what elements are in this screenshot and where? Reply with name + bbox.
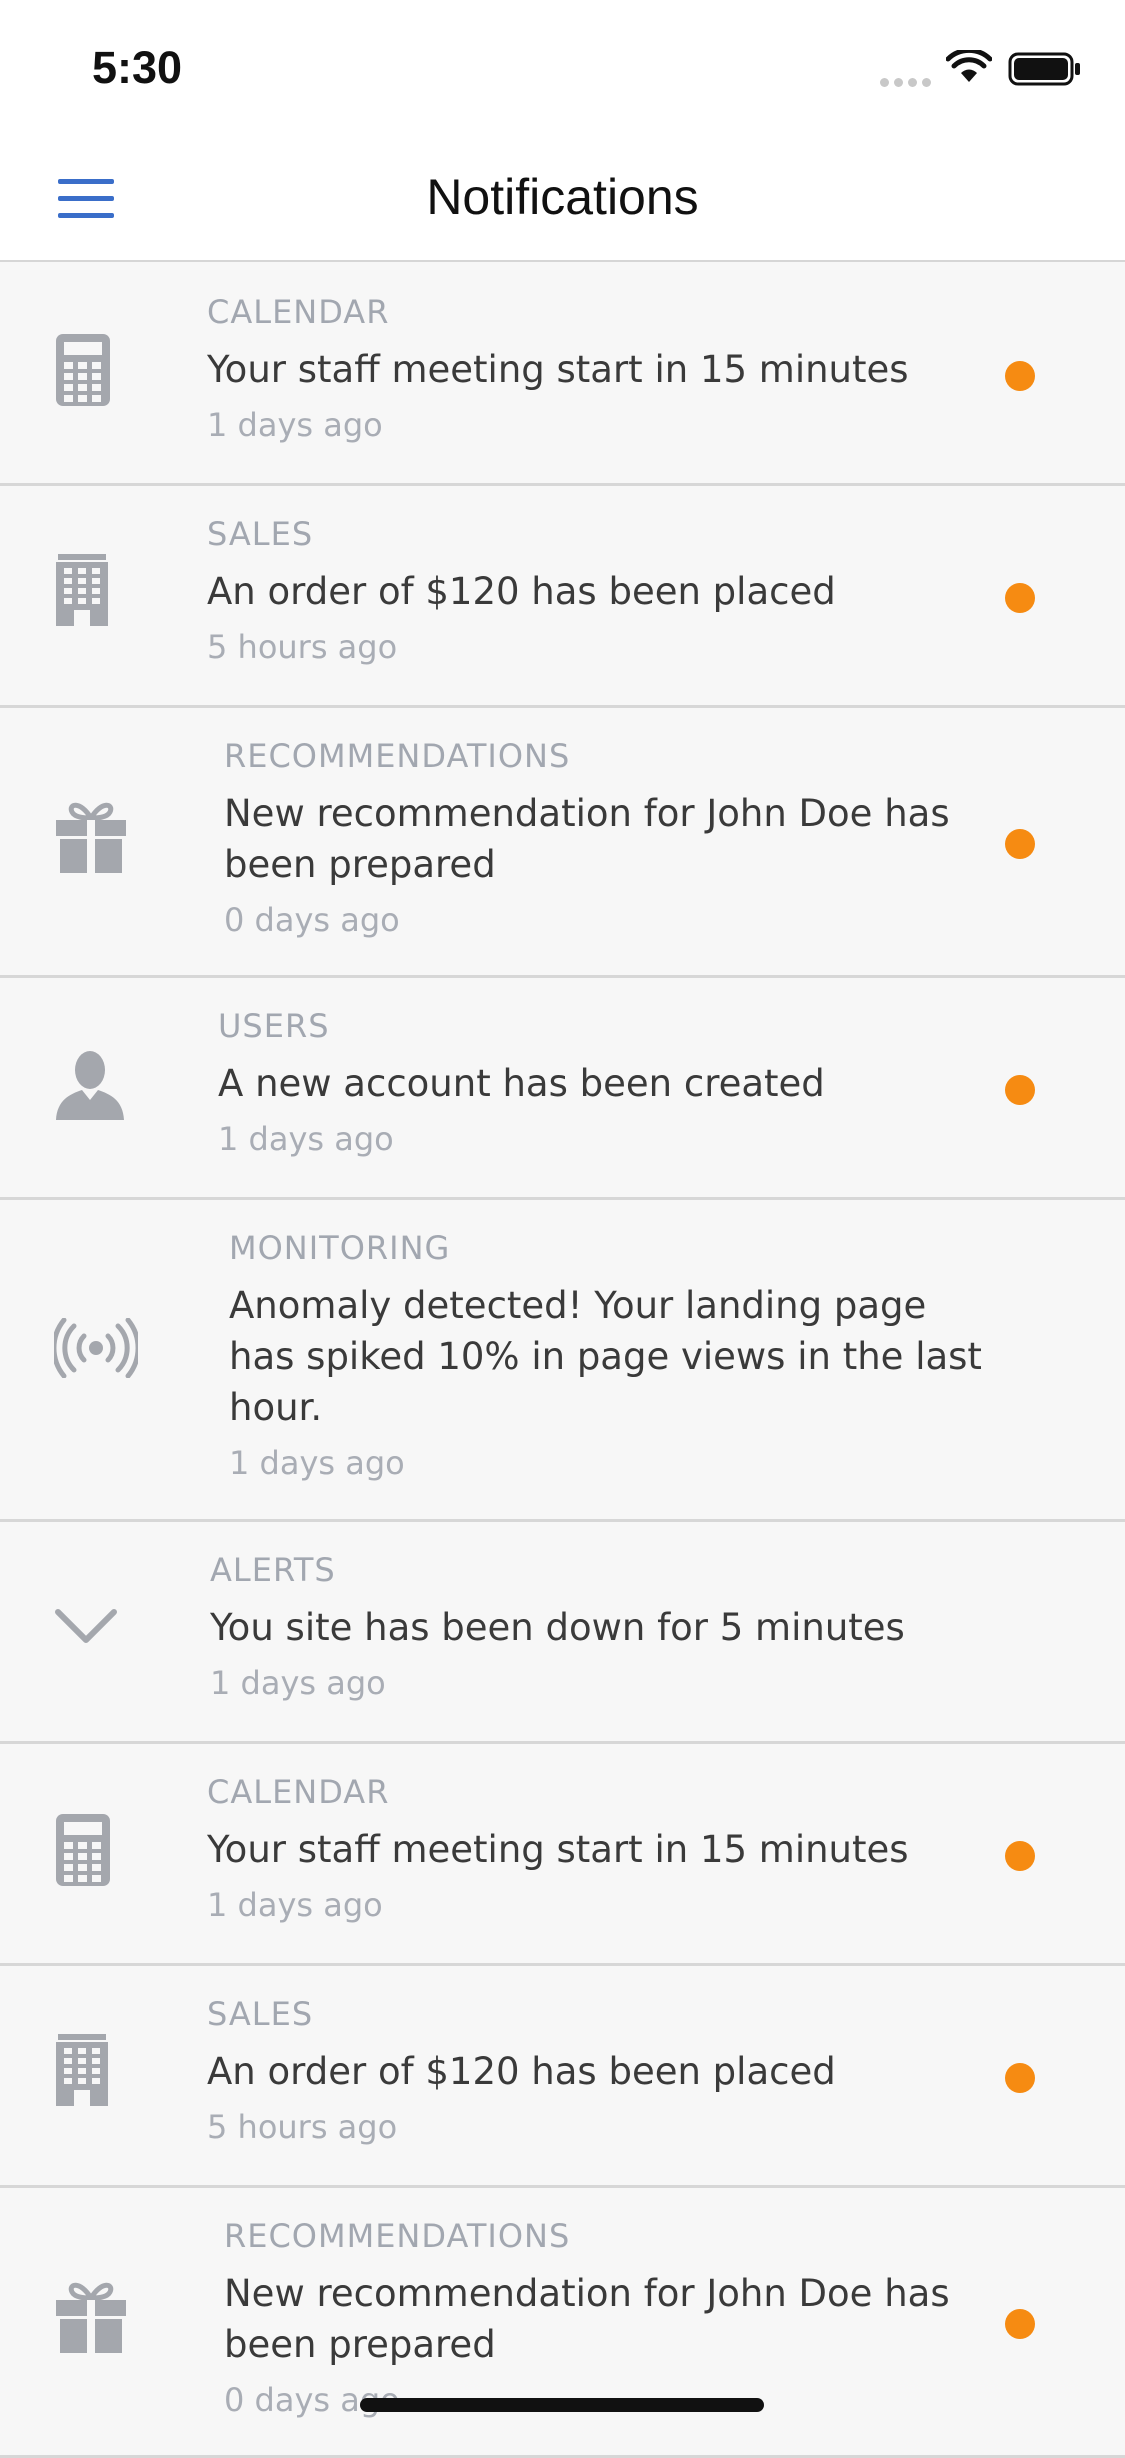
notification-message: New recommendation for John Doe has been… bbox=[224, 792, 950, 886]
calculator-icon bbox=[54, 332, 112, 413]
chevron-down-icon bbox=[54, 1606, 118, 1651]
notification-timestamp: 5 hours ago bbox=[207, 2108, 398, 2146]
notification-item[interactable]: RECOMMENDATIONS New recommendation for J… bbox=[0, 708, 1125, 978]
home-indicator bbox=[360, 2398, 764, 2412]
unread-indicator bbox=[1005, 1075, 1035, 1105]
notification-item[interactable]: USERS A new account has been created 1 d… bbox=[0, 978, 1125, 1200]
broadcast-icon bbox=[51, 1317, 141, 1383]
unread-indicator bbox=[1005, 361, 1035, 391]
notification-item[interactable]: CALENDAR Your staff meeting start in 15 … bbox=[0, 1744, 1125, 1966]
notification-message: New recommendation for John Doe has been… bbox=[224, 2272, 950, 2366]
notification-item[interactable]: SALES An order of $120 has been placed 5… bbox=[0, 1966, 1125, 2188]
notification-timestamp: 1 days ago bbox=[207, 1886, 383, 1924]
gift-icon bbox=[54, 2278, 128, 2359]
notification-category: CALENDAR bbox=[207, 1773, 390, 1811]
notification-content: ALERTS You site has been down for 5 minu… bbox=[210, 1550, 995, 1703]
cellular-signal-icon bbox=[880, 74, 936, 92]
building-icon bbox=[54, 552, 110, 633]
notification-item[interactable]: CALENDAR Your staff meeting start in 15 … bbox=[0, 264, 1125, 486]
unread-indicator bbox=[1005, 829, 1035, 859]
unread-indicator bbox=[1005, 583, 1035, 613]
notification-content: CALENDAR Your staff meeting start in 15 … bbox=[207, 1772, 995, 1925]
notification-item[interactable]: SALES An order of $120 has been placed 5… bbox=[0, 486, 1125, 708]
notification-content: USERS A new account has been created 1 d… bbox=[218, 1006, 995, 1159]
battery-icon bbox=[1008, 52, 1080, 86]
unread-indicator bbox=[1005, 2063, 1035, 2093]
status-time: 5:30 bbox=[92, 42, 183, 93]
notification-message: A new account has been created bbox=[218, 1062, 825, 1105]
notification-message: You site has been down for 5 minutes bbox=[210, 1606, 905, 1649]
notification-timestamp: 1 days ago bbox=[207, 406, 383, 444]
notification-timestamp: 5 hours ago bbox=[207, 628, 398, 666]
unread-indicator bbox=[1005, 2309, 1035, 2339]
building-icon bbox=[54, 2032, 110, 2113]
gift-icon bbox=[54, 798, 128, 879]
notification-timestamp: 1 days ago bbox=[229, 1444, 405, 1482]
notification-content: RECOMMENDATIONS New recommendation for J… bbox=[224, 736, 995, 940]
unread-indicator bbox=[1005, 1841, 1035, 1871]
notification-timestamp: 1 days ago bbox=[210, 1664, 386, 1702]
notification-content: RECOMMENDATIONS New recommendation for J… bbox=[224, 2216, 995, 2420]
notification-category: SALES bbox=[207, 515, 314, 553]
calculator-icon bbox=[54, 1812, 112, 1893]
notification-category: MONITORING bbox=[229, 1229, 451, 1267]
wifi-icon bbox=[946, 50, 992, 82]
notification-content: CALENDAR Your staff meeting start in 15 … bbox=[207, 292, 995, 445]
navigation-bar: Notifications bbox=[0, 132, 1125, 262]
notification-category: SALES bbox=[207, 1995, 314, 2033]
notification-category: CALENDAR bbox=[207, 293, 390, 331]
notification-content: MONITORING Anomaly detected! Your landin… bbox=[229, 1228, 995, 1483]
notification-timestamp: 1 days ago bbox=[218, 1120, 394, 1158]
notification-timestamp: 0 days ago bbox=[224, 901, 400, 939]
notification-content: SALES An order of $120 has been placed 5… bbox=[207, 1994, 995, 2147]
notification-category: ALERTS bbox=[210, 1551, 336, 1589]
notification-message: Your staff meeting start in 15 minutes bbox=[207, 1828, 909, 1871]
notification-content: SALES An order of $120 has been placed 5… bbox=[207, 514, 995, 667]
notification-item[interactable]: RECOMMENDATIONS New recommendation for J… bbox=[0, 2188, 1125, 2458]
notification-list: CALENDAR Your staff meeting start in 15 … bbox=[0, 264, 1125, 2458]
status-bar: 5:30 bbox=[0, 0, 1125, 132]
page-title: Notifications bbox=[426, 169, 699, 225]
notification-message: An order of $120 has been placed bbox=[207, 2050, 836, 2093]
notification-message: Anomaly detected! Your landing page has … bbox=[229, 1284, 982, 1429]
notification-message: An order of $120 has been placed bbox=[207, 570, 836, 613]
notification-item[interactable]: MONITORING Anomaly detected! Your landin… bbox=[0, 1200, 1125, 1522]
user-icon bbox=[54, 1050, 126, 1125]
notification-category: RECOMMENDATIONS bbox=[224, 737, 571, 775]
notification-category: USERS bbox=[218, 1007, 330, 1045]
notification-category: RECOMMENDATIONS bbox=[224, 2217, 571, 2255]
notification-message: Your staff meeting start in 15 minutes bbox=[207, 348, 909, 391]
notification-item[interactable]: ALERTS You site has been down for 5 minu… bbox=[0, 1522, 1125, 1744]
